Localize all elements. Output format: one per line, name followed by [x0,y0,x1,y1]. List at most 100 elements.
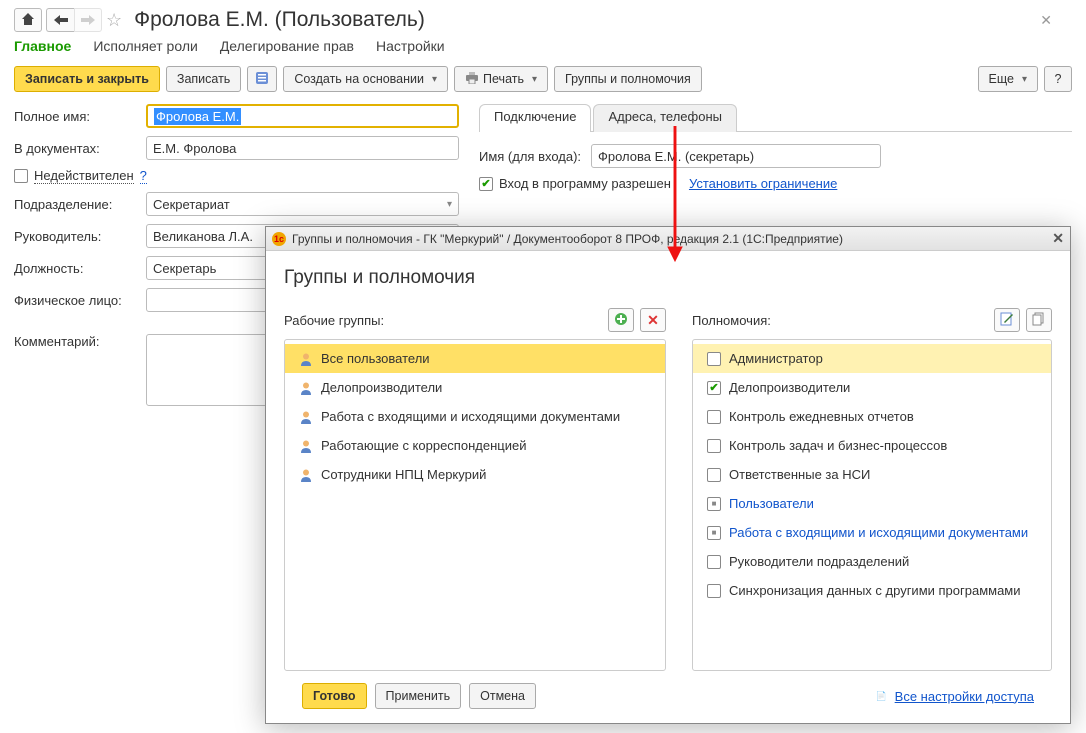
list-button[interactable] [247,66,277,92]
group-label: Все пользователи [321,351,430,366]
page-title: Фролова Е.М. (Пользователь) [126,8,1036,32]
add-group-button[interactable] [608,308,634,332]
permission-item[interactable]: Работа с входящими и исходящими документ… [693,518,1051,547]
permission-item[interactable]: Контроль задач и бизнес-процессов [693,431,1051,460]
person-label: Физическое лицо: [14,293,146,308]
cancel-button[interactable]: Отмена [469,683,536,709]
permission-item[interactable]: Пользователи [693,489,1051,518]
dialog-close-button[interactable]: ✕ [1052,230,1064,247]
permission-item[interactable]: Ответственные за НСИ [693,460,1051,489]
department-input[interactable]: Секретариат [146,192,459,216]
in-docs-label: В документах: [14,141,146,156]
tab-connection[interactable]: Подключение [479,104,591,132]
position-value: Секретарь [153,261,216,276]
help-button[interactable]: ? [1044,66,1072,92]
user-icon [299,439,313,453]
delete-group-button[interactable]: ✕ [640,308,666,332]
login-label: Имя (для входа): [479,149,591,164]
manager-value: Великанова Л.А. [153,229,253,244]
permissions-label: Полномочия: [692,313,771,328]
permission-checkbox[interactable] [707,555,721,569]
permission-checkbox[interactable] [707,352,721,366]
permission-item[interactable]: Контроль ежедневных отчетов [693,402,1051,431]
invalid-label: Недействителен [34,168,134,184]
invalid-help[interactable]: ? [140,168,147,184]
department-value: Секретариат [153,197,230,212]
permission-checkbox[interactable] [707,381,721,395]
in-docs-input[interactable]: Е.М. Фролова [146,136,459,160]
group-item[interactable]: Все пользователи [285,344,665,373]
groups-permissions-dialog: 1c Группы и полномочия - ГК "Меркурий" /… [265,226,1071,724]
permission-label: Руководители подразделений [729,554,909,569]
group-item[interactable]: Работа с входящими и исходящими документ… [285,402,665,431]
x-icon: ✕ [647,312,659,329]
apply-button[interactable]: Применить [375,683,462,709]
home-button[interactable] [14,8,42,32]
user-icon [299,381,313,395]
close-button[interactable]: ✕ [1040,12,1072,29]
group-item[interactable]: Делопроизводители [285,373,665,402]
create-based-button[interactable]: Создать на основании [283,66,448,92]
group-label: Работающие с корреспонденцией [321,438,526,453]
tab-contacts[interactable]: Адреса, телефоны [593,104,737,132]
tab-main[interactable]: Главное [14,38,71,54]
position-label: Должность: [14,261,146,276]
forward-button[interactable] [74,8,102,32]
full-name-label: Полное имя: [14,109,146,124]
allow-login-checkbox[interactable] [479,177,493,191]
invalid-checkbox[interactable] [14,169,28,183]
print-button[interactable]: Печать [454,66,548,92]
copy-icon [1032,312,1046,329]
more-button[interactable]: Еще [978,66,1038,92]
user-icon [299,352,313,366]
permission-label: Администратор [729,351,823,366]
app-icon: 1c [272,232,286,246]
groups-button[interactable]: Группы и полномочия [554,66,702,92]
permission-checkbox[interactable] [707,439,721,453]
permission-item[interactable]: Руководители подразделений [693,547,1051,576]
set-restriction-link[interactable]: Установить ограничение [689,176,837,191]
star-icon[interactable]: ☆ [106,10,122,31]
tab-settings[interactable]: Настройки [376,38,445,54]
permission-label: Ответственные за НСИ [729,467,870,482]
user-icon [299,410,313,424]
print-label: Печать [483,72,524,86]
group-label: Сотрудники НПЦ Меркурий [321,467,486,482]
permission-checkbox[interactable] [707,526,721,540]
permission-item[interactable]: Синхронизация данных с другими программа… [693,576,1051,605]
tab-roles[interactable]: Исполняет роли [93,38,197,54]
permission-checkbox[interactable] [707,497,721,511]
arrow-left-icon [54,13,68,28]
full-name-input[interactable]: Фролова Е.М. [146,104,459,128]
back-button[interactable] [46,8,74,32]
edit-permission-button[interactable] [994,308,1020,332]
login-value: Фролова Е.М. (секретарь) [598,149,754,164]
permission-checkbox[interactable] [707,410,721,424]
full-name-value: Фролова Е.М. [154,108,241,125]
login-input[interactable]: Фролова Е.М. (секретарь) [591,144,881,168]
permission-checkbox[interactable] [707,468,721,482]
ready-button[interactable]: Готово [302,683,367,709]
permission-label: Работа с входящими и исходящими документ… [729,525,1028,540]
group-label: Делопроизводители [321,380,442,395]
permission-item[interactable]: Делопроизводители [693,373,1051,402]
doc-icon: 📄 [875,691,886,702]
in-docs-value: Е.М. Фролова [153,141,236,156]
tab-delegation[interactable]: Делегирование прав [220,38,354,54]
plus-icon [614,312,628,329]
home-icon [21,12,35,29]
group-item[interactable]: Работающие с корреспонденцией [285,431,665,460]
department-label: Подразделение: [14,197,146,212]
permission-label: Делопроизводители [729,380,850,395]
permission-label: Синхронизация данных с другими программа… [729,583,1021,598]
all-access-settings-link[interactable]: Все настройки доступа [895,689,1034,704]
permission-item[interactable]: Администратор [693,344,1051,373]
permission-label: Контроль задач и бизнес-процессов [729,438,947,453]
subnav: Главное Исполняет роли Делегирование пра… [0,36,1086,62]
save-close-button[interactable]: Записать и закрыть [14,66,160,92]
group-item[interactable]: Сотрудники НПЦ Меркурий [285,460,665,489]
copy-permission-button[interactable] [1026,308,1052,332]
printer-icon [465,72,479,87]
save-button[interactable]: Записать [166,66,241,92]
permission-checkbox[interactable] [707,584,721,598]
